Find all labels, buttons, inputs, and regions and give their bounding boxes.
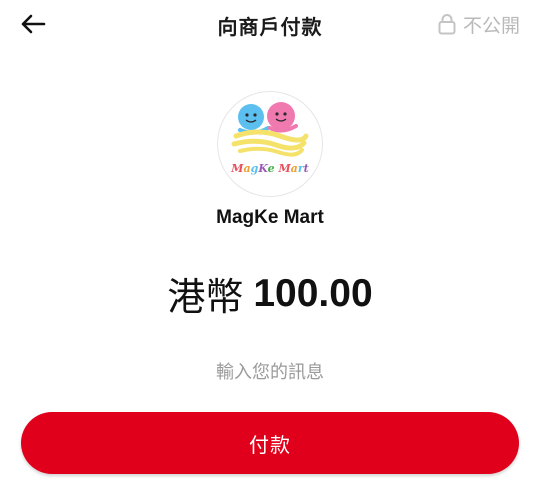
pay-button[interactable]: 付款 bbox=[21, 412, 519, 474]
svg-text:MagKe Mart: MagKe Mart bbox=[230, 162, 308, 175]
currency-label: 港幣 bbox=[167, 275, 244, 319]
lock-icon bbox=[438, 14, 456, 35]
privacy-label: 不公開 bbox=[462, 14, 520, 37]
payment-amount: 港幣 100.00 bbox=[0, 266, 540, 321]
merchant-logo: MagKe Mart bbox=[218, 92, 322, 196]
amount-value: 100.00 bbox=[253, 271, 373, 315]
privacy-toggle[interactable]: 不公開 bbox=[438, 9, 520, 39]
message-input[interactable] bbox=[70, 356, 470, 388]
merchant-name: MagKe Mart bbox=[216, 207, 324, 228]
payment-screen: 向商戶付款 不公開 MagKe Mart MagKe Mart 港幣 100.0… bbox=[0, 0, 540, 480]
header-bar: 向商戶付款 不公開 bbox=[0, 0, 540, 50]
